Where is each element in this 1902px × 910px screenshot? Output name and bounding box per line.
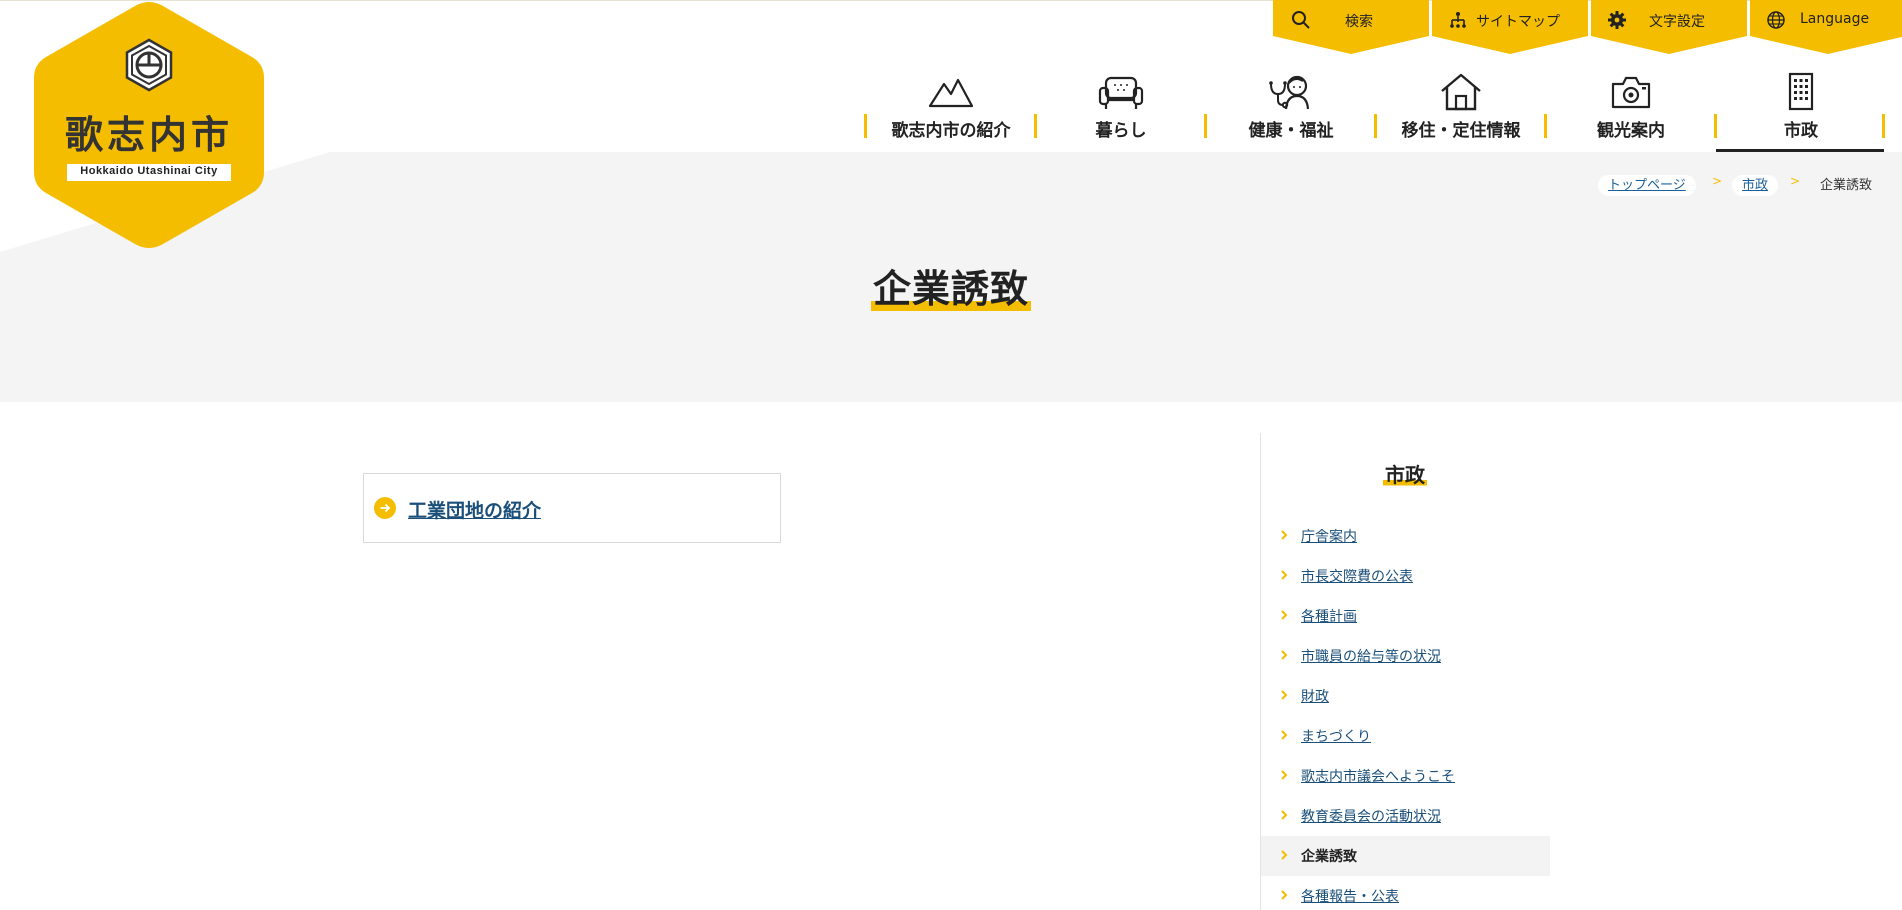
utility-search-label: 検索 bbox=[1345, 14, 1373, 30]
nav-label: 健康・福祉 bbox=[1248, 121, 1334, 141]
city-emblem-icon bbox=[125, 38, 173, 92]
nav-label: 市政 bbox=[1784, 121, 1818, 141]
sidebar-item-label: 市長交際費の公表 bbox=[1301, 569, 1413, 585]
nav-item-tourism[interactable]: 観光案内 bbox=[1546, 68, 1716, 152]
sidebar-item-label: 教育委員会の活動状況 bbox=[1301, 809, 1441, 825]
utility-sitemap-button[interactable]: サイトマップ bbox=[1432, 0, 1588, 54]
sidebar-item-label: 企業誘致 bbox=[1301, 849, 1357, 865]
nav-item-about-city[interactable]: 歌志内市の紹介 bbox=[866, 68, 1036, 152]
utility-search-button[interactable]: 検索 bbox=[1273, 0, 1429, 54]
utility-text-settings-button[interactable]: 文字設定 bbox=[1591, 0, 1747, 54]
chevron-right-icon bbox=[1281, 770, 1288, 780]
sidebar-item[interactable]: 財政 bbox=[1261, 676, 1550, 716]
breadcrumb-item-city-government[interactable]: 市政 bbox=[1732, 174, 1779, 196]
utility-sitemap-label: サイトマップ bbox=[1476, 14, 1560, 30]
sidebar-item[interactable]: 歌志内市議会へようこそ bbox=[1261, 756, 1550, 796]
sitemap-icon bbox=[1450, 12, 1466, 28]
utility-language-label: Language bbox=[1800, 11, 1870, 27]
logo-city-name: 歌志内市 bbox=[64, 113, 233, 157]
mountain-icon bbox=[928, 78, 974, 108]
nav-label: 歌志内市の紹介 bbox=[891, 121, 1011, 141]
chevron-right-icon bbox=[1281, 530, 1288, 540]
sidebar-item-active[interactable]: 企業誘致 bbox=[1261, 836, 1550, 876]
breadcrumb-separator: > bbox=[1790, 174, 1801, 188]
chevron-right-icon bbox=[1281, 850, 1288, 860]
site-logo[interactable]: 歌志内市 Hokkaido Utashinai City bbox=[28, 0, 270, 250]
sidebar-item-label: 各種計画 bbox=[1301, 609, 1357, 625]
nav-label: 暮らし bbox=[1095, 121, 1147, 141]
gear-icon bbox=[1608, 11, 1626, 29]
nav-item-living[interactable]: 暮らし bbox=[1036, 68, 1206, 152]
breadcrumb-item-top[interactable]: トップページ bbox=[1598, 174, 1696, 196]
nav-item-relocation[interactable]: 移住・定住情報 bbox=[1376, 68, 1546, 152]
content-link-card: 工業団地の紹介 bbox=[363, 473, 781, 543]
nav-label: 移住・定住情報 bbox=[1401, 121, 1521, 141]
sidebar-item[interactable]: 市職員の給与等の状況 bbox=[1261, 636, 1550, 676]
sidebar-item[interactable]: 各種計画 bbox=[1261, 596, 1550, 636]
sidebar-item[interactable]: 各種報告・公表 bbox=[1261, 876, 1550, 910]
breadcrumb-separator: > bbox=[1712, 174, 1723, 188]
nav-item-health-welfare[interactable]: 健康・福祉 bbox=[1206, 68, 1376, 152]
nav-item-city-government[interactable]: 市政 bbox=[1716, 68, 1886, 152]
chevron-right-icon bbox=[1281, 650, 1288, 660]
chevron-right-icon bbox=[1281, 890, 1288, 900]
sidebar-item[interactable]: 庁舎案内 bbox=[1261, 516, 1550, 556]
chevron-right-icon bbox=[1281, 610, 1288, 620]
chevron-right-icon bbox=[1281, 570, 1288, 580]
page-title: 企業誘致 bbox=[0, 258, 1902, 313]
globe-icon bbox=[1767, 11, 1785, 29]
industrial-park-link[interactable]: 工業団地の紹介 bbox=[408, 496, 541, 523]
search-icon bbox=[1292, 11, 1310, 29]
breadcrumb-current: 企業誘致 bbox=[1820, 178, 1873, 193]
building-icon bbox=[1788, 72, 1814, 111]
sidebar-item-label: 各種報告・公表 bbox=[1301, 889, 1399, 905]
arrow-circle-icon bbox=[374, 497, 396, 519]
nav-label: 観光案内 bbox=[1597, 121, 1665, 141]
chevron-right-icon bbox=[1281, 810, 1288, 820]
sidebar-item[interactable]: 教育委員会の活動状況 bbox=[1261, 796, 1550, 836]
logo-subtitle: Hokkaido Utashinai City bbox=[67, 164, 231, 181]
utility-language-button[interactable]: Language bbox=[1750, 0, 1902, 54]
sidebar-item-label: 歌志内市議会へようこそ bbox=[1301, 769, 1455, 785]
sidebar-title: 市政 bbox=[1383, 463, 1427, 487]
chevron-right-icon bbox=[1281, 730, 1288, 740]
chevron-right-icon bbox=[1281, 690, 1288, 700]
sidebar-item-label: 市職員の給与等の状況 bbox=[1301, 649, 1441, 665]
sofa-icon bbox=[1098, 76, 1144, 109]
utility-text-settings-label: 文字設定 bbox=[1649, 14, 1705, 30]
house-icon bbox=[1441, 73, 1481, 111]
stethoscope-child-icon bbox=[1269, 75, 1310, 110]
sidebar-item-label: まちづくり bbox=[1301, 729, 1371, 745]
sidebar-item-label: 庁舎案内 bbox=[1301, 529, 1357, 545]
camera-icon bbox=[1611, 76, 1651, 109]
nav-active-indicator bbox=[1716, 149, 1884, 152]
sidebar-item-label: 財政 bbox=[1301, 689, 1329, 705]
sidebar-item[interactable]: 市長交際費の公表 bbox=[1261, 556, 1550, 596]
sidebar-item[interactable]: まちづくり bbox=[1261, 716, 1550, 756]
